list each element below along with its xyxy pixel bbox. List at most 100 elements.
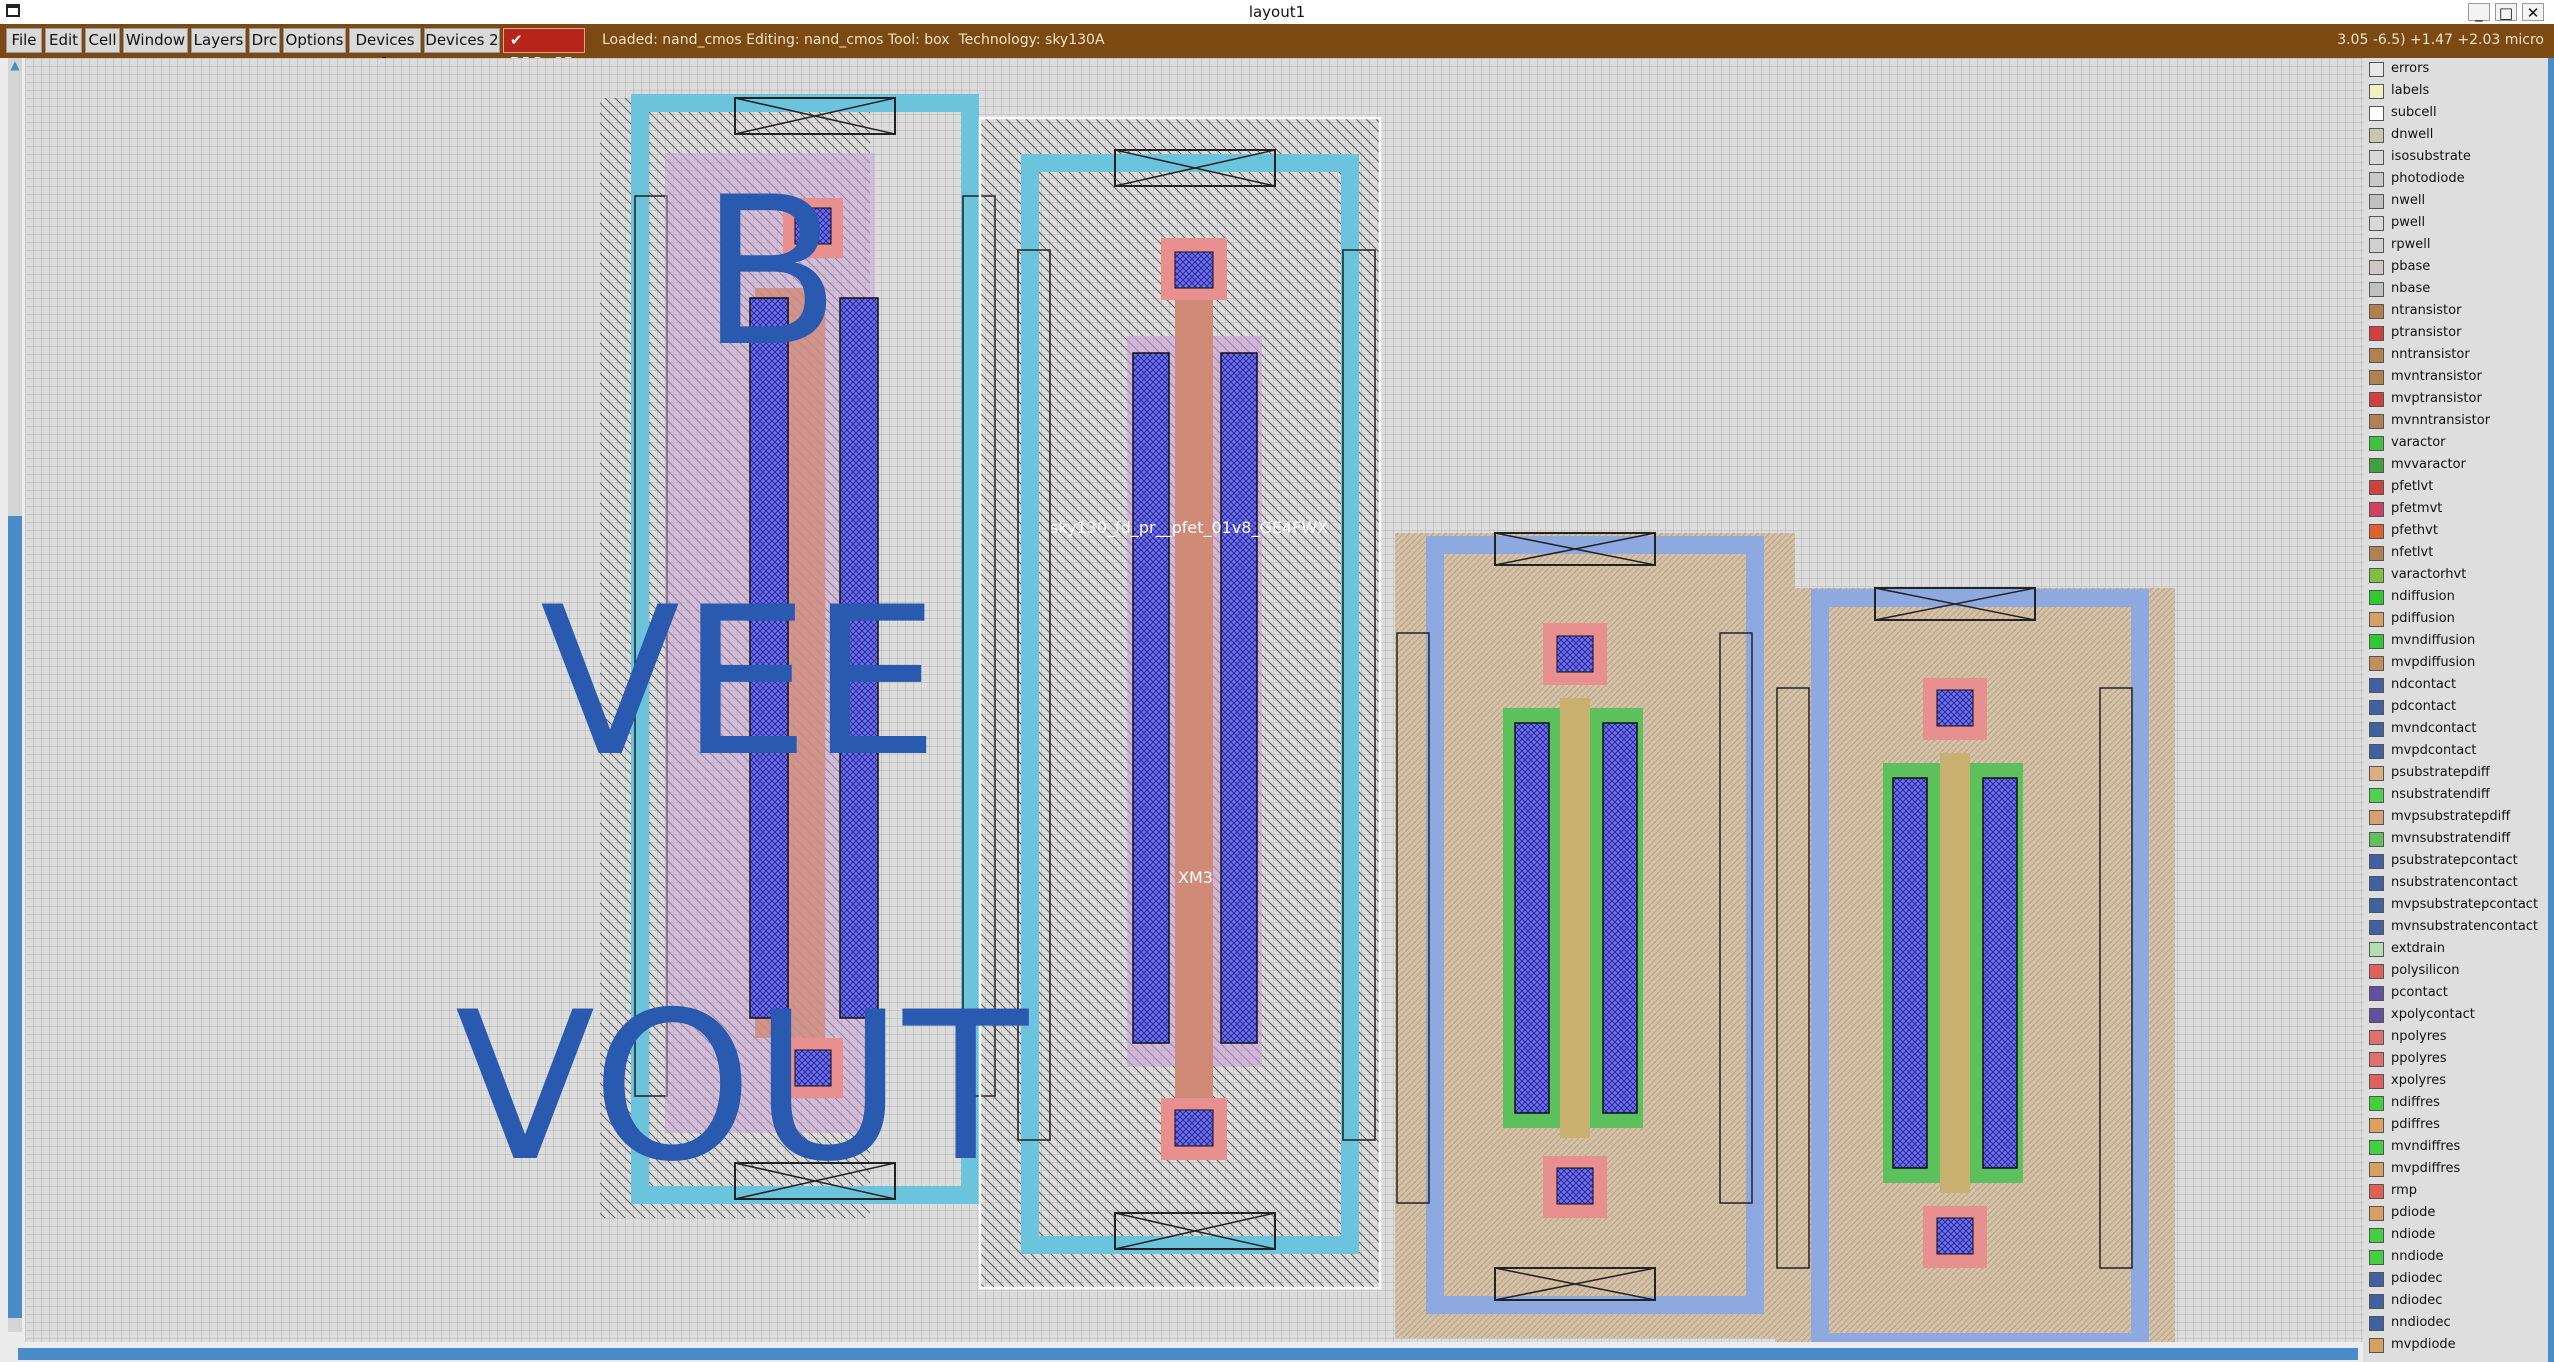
layer-swatch-icon (2369, 546, 2384, 561)
menu-layers[interactable]: Layers (191, 28, 246, 53)
maximize-button[interactable]: □ (2495, 3, 2517, 22)
layer-item[interactable]: photodiode (2369, 169, 2554, 189)
palette-scrollbar[interactable] (2548, 58, 2554, 1362)
layer-item[interactable]: mvndiffres (2369, 1137, 2554, 1157)
menu-drc[interactable]: Drc (249, 28, 280, 53)
layer-item[interactable]: xpolycontact (2369, 1005, 2554, 1025)
layer-name: ndiffusion (2391, 589, 2455, 604)
layer-item[interactable]: mvpdiffusion (2369, 653, 2554, 673)
layer-item[interactable]: ndiode (2369, 1225, 2554, 1245)
close-button[interactable]: ✕ (2522, 3, 2544, 22)
layer-item[interactable]: mvptransistor (2369, 389, 2554, 409)
layer-item[interactable]: varactorhvt (2369, 565, 2554, 585)
layer-item[interactable]: ndiffusion (2369, 587, 2554, 607)
layer-item[interactable]: ndiodec (2369, 1291, 2554, 1311)
menu-edit[interactable]: Edit (45, 28, 82, 53)
layer-item[interactable]: pbase (2369, 257, 2554, 277)
layer-swatch-icon (2369, 788, 2384, 803)
layer-item[interactable]: nfetlvt (2369, 543, 2554, 563)
scroll-up-arrow-icon[interactable]: ▲ (8, 58, 22, 72)
layer-name: dnwell (2391, 127, 2434, 142)
horizontal-scrollbar[interactable] (18, 1348, 2358, 1360)
transistor-xm3[interactable] (978, 116, 1382, 1290)
layer-item[interactable]: ppolyres (2369, 1049, 2554, 1069)
layer-name: rpwell (2391, 237, 2431, 252)
transistor-nmos-2[interactable] (1775, 587, 2175, 1342)
layer-item[interactable]: subcell (2369, 103, 2554, 123)
layer-name: varactor (2391, 435, 2446, 450)
layer-name: nndiodec (2391, 1315, 2451, 1330)
layer-item[interactable]: nsubstratendiff (2369, 785, 2554, 805)
layer-item[interactable]: nsubstratencontact (2369, 873, 2554, 893)
layer-item[interactable]: psubstratepdiff (2369, 763, 2554, 783)
layer-name: mvvaractor (2391, 457, 2466, 472)
label-b: B (700, 154, 841, 392)
layer-item[interactable]: nntransistor (2369, 345, 2554, 365)
layer-item[interactable]: isosubstrate (2369, 147, 2554, 167)
layer-item[interactable]: ptransistor (2369, 323, 2554, 343)
layer-item[interactable]: pfetlvt (2369, 477, 2554, 497)
layer-item[interactable]: mvnsubstratencontact (2369, 917, 2554, 937)
menu-devices-1[interactable]: Devices 1 (349, 28, 421, 72)
menu-cell[interactable]: Cell (85, 28, 120, 53)
layout-view[interactable]: B VEE VOUT sky130_fd_pr__pfet_01v8_GE4FW… (25, 58, 2363, 1342)
layout-canvas-area[interactable]: ▲ B VEE VOUT sky130_fd_pr__pfet_01v8_GE4… (0, 58, 2554, 1362)
menu-options[interactable]: Options (283, 28, 346, 53)
layer-item[interactable]: pcontact (2369, 983, 2554, 1003)
layer-name: rmp (2391, 1183, 2418, 1198)
layer-item[interactable]: ndiffres (2369, 1093, 2554, 1113)
layer-item[interactable]: errors (2369, 59, 2554, 79)
menu-window[interactable]: Window (123, 28, 188, 53)
layer-item[interactable]: pfetmvt (2369, 499, 2554, 519)
layer-item[interactable]: mvndiffusion (2369, 631, 2554, 651)
layer-item[interactable]: mvnntransistor (2369, 411, 2554, 431)
vertical-scrollbar-thumb[interactable] (8, 516, 22, 1318)
layer-item[interactable]: mvpdiode (2369, 1335, 2554, 1355)
menu-file[interactable]: File (6, 28, 42, 53)
layer-item[interactable]: rmp (2369, 1181, 2554, 1201)
layer-item[interactable]: nwell (2369, 191, 2554, 211)
layer-item[interactable]: pfethvt (2369, 521, 2554, 541)
layer-name: pfetmvt (2391, 501, 2443, 516)
menu-devices-2[interactable]: Devices 2 (424, 28, 500, 53)
layer-item[interactable]: pdiodec (2369, 1269, 2554, 1289)
layer-item[interactable]: pdcontact (2369, 697, 2554, 717)
layer-item[interactable]: nndiodec (2369, 1313, 2554, 1333)
layer-item[interactable]: mvntransistor (2369, 367, 2554, 387)
layer-item[interactable]: mvpsubstratepdiff (2369, 807, 2554, 827)
layer-item[interactable]: mvpsubstratepcontact (2369, 895, 2554, 915)
layer-item[interactable]: labels (2369, 81, 2554, 101)
layer-item[interactable]: nbase (2369, 279, 2554, 299)
layer-swatch-icon (2369, 942, 2384, 957)
layer-item[interactable]: extdrain (2369, 939, 2554, 959)
layer-item[interactable]: rpwell (2369, 235, 2554, 255)
transistor-nmos-1[interactable] (1395, 532, 1795, 1338)
drc-error-count-button[interactable]: ✔ DRC=35 (503, 28, 585, 72)
layer-item[interactable]: pdiffres (2369, 1115, 2554, 1135)
layer-item[interactable]: pdiode (2369, 1203, 2554, 1223)
layer-swatch-icon (2369, 128, 2384, 143)
layer-item[interactable]: mvpdiffres (2369, 1159, 2554, 1179)
layer-item[interactable]: xpolyres (2369, 1071, 2554, 1091)
layer-item[interactable]: varactor (2369, 433, 2554, 453)
layer-item[interactable]: pwell (2369, 213, 2554, 233)
layer-item[interactable]: pdiffusion (2369, 609, 2554, 629)
layer-item[interactable]: ntransistor (2369, 301, 2554, 321)
layer-name: mvpdcontact (2391, 743, 2477, 758)
layer-item[interactable]: polysilicon (2369, 961, 2554, 981)
minimize-button[interactable]: _ (2468, 3, 2490, 22)
layer-item[interactable]: npolyres (2369, 1027, 2554, 1047)
layer-item[interactable]: psubstratepcontact (2369, 851, 2554, 871)
layer-item[interactable]: mvvaractor (2369, 455, 2554, 475)
layer-name: pdiode (2391, 1205, 2436, 1220)
layer-item[interactable]: mvndcontact (2369, 719, 2554, 739)
layer-name: pdiffusion (2391, 611, 2455, 626)
layer-item[interactable]: mvnsubstratendiff (2369, 829, 2554, 849)
layer-swatch-icon (2369, 568, 2384, 583)
layer-item[interactable]: mvpdcontact (2369, 741, 2554, 761)
layer-item[interactable]: nndiode (2369, 1247, 2554, 1267)
layer-swatch-icon (2369, 634, 2384, 649)
layer-item[interactable]: dnwell (2369, 125, 2554, 145)
layer-item[interactable]: ndcontact (2369, 675, 2554, 695)
layer-name: nsubstratencontact (2391, 875, 2518, 890)
